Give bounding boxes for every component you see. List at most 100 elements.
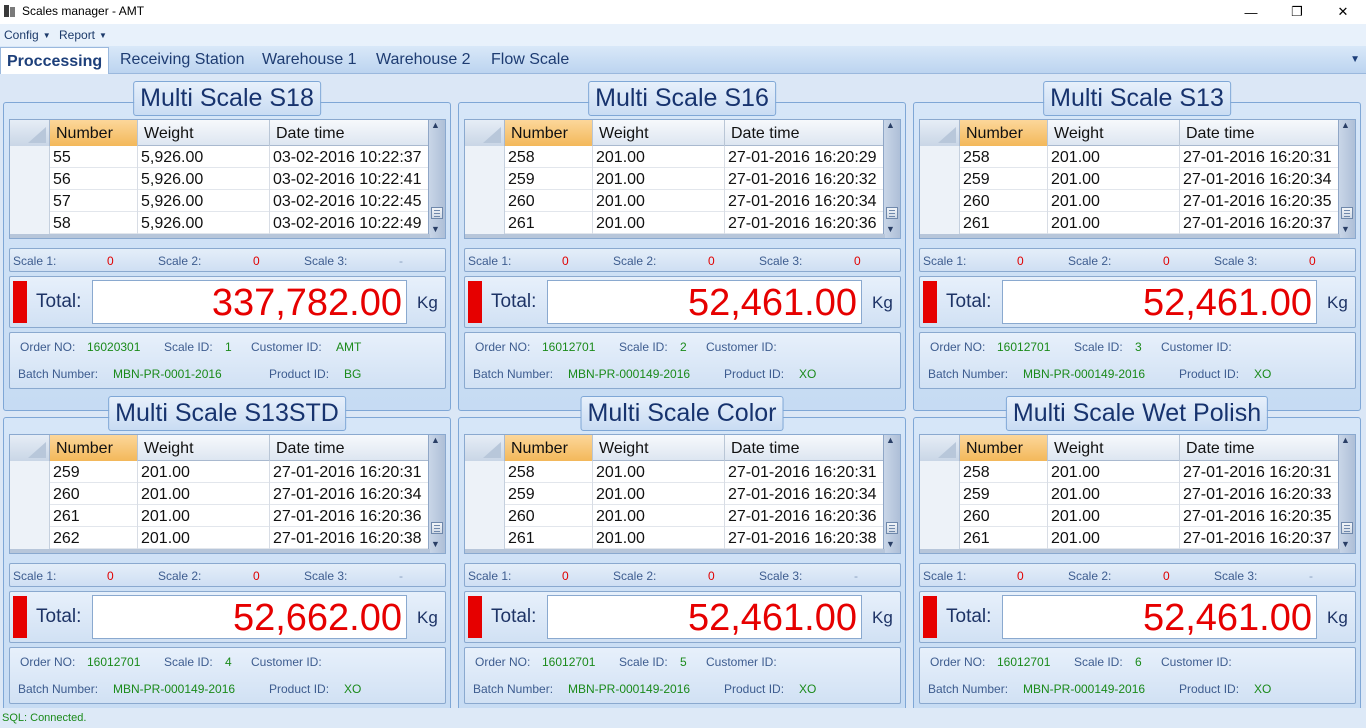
horizontal-scrollbar[interactable] [10, 234, 430, 238]
row-header[interactable] [10, 168, 50, 190]
select-all-corner[interactable] [920, 120, 960, 146]
table-row[interactable]: 259 201.00 27-01-2016 16:20:33 [920, 483, 1340, 505]
row-header[interactable] [465, 212, 505, 234]
table-row[interactable]: 259 201.00 27-01-2016 16:20:31 [10, 461, 430, 483]
row-header[interactable] [920, 190, 960, 212]
scroll-up-icon[interactable]: ▲ [1341, 435, 1350, 445]
row-header[interactable] [920, 505, 960, 527]
scroll-down-icon[interactable]: ▼ [1341, 539, 1350, 549]
horizontal-scrollbar[interactable] [465, 549, 885, 553]
menu-report[interactable]: Report ▼ [59, 28, 107, 42]
table-row[interactable]: 258 201.00 27-01-2016 16:20:31 [920, 146, 1340, 168]
scroll-thumb[interactable] [886, 207, 898, 219]
row-header[interactable] [465, 190, 505, 212]
column-header[interactable]: Date time [725, 120, 885, 146]
table-row[interactable]: 260 201.00 27-01-2016 16:20:36 [465, 505, 885, 527]
row-header[interactable] [920, 461, 960, 483]
scroll-thumb[interactable] [886, 522, 898, 534]
row-header[interactable] [465, 168, 505, 190]
table-row[interactable]: 57 5,926.00 03-02-2016 10:22:45 [10, 190, 430, 212]
column-header[interactable]: Weight [593, 435, 725, 461]
scroll-thumb[interactable] [431, 522, 443, 534]
row-header[interactable] [465, 461, 505, 483]
column-header[interactable]: Date time [725, 435, 885, 461]
column-header[interactable]: Date time [1180, 435, 1340, 461]
table-row[interactable]: 260 201.00 27-01-2016 16:20:34 [465, 190, 885, 212]
close-button[interactable]: ✕ [1320, 0, 1366, 24]
row-header[interactable] [920, 212, 960, 234]
vertical-scrollbar[interactable]: ▲ ▼ [428, 120, 445, 238]
scroll-up-icon[interactable]: ▲ [1341, 120, 1350, 130]
scroll-down-icon[interactable]: ▼ [1341, 224, 1350, 234]
vertical-scrollbar[interactable]: ▲ ▼ [883, 435, 900, 553]
scroll-thumb[interactable] [1341, 522, 1353, 534]
column-header[interactable]: Number [505, 435, 593, 461]
horizontal-scrollbar[interactable] [920, 549, 1340, 553]
tab-warehouse-1[interactable]: Warehouse 1 [262, 51, 357, 69]
restore-button[interactable]: ❐ [1274, 0, 1320, 24]
table-row[interactable]: 261 201.00 27-01-2016 16:20:36 [10, 505, 430, 527]
row-header[interactable] [920, 168, 960, 190]
scroll-up-icon[interactable]: ▲ [431, 435, 440, 445]
vertical-scrollbar[interactable]: ▲ ▼ [883, 120, 900, 238]
row-header[interactable] [10, 146, 50, 168]
minimize-button[interactable]: — [1228, 0, 1274, 24]
row-header[interactable] [465, 146, 505, 168]
column-header[interactable]: Date time [1180, 120, 1340, 146]
table-row[interactable]: 261 201.00 27-01-2016 16:20:38 [465, 527, 885, 549]
tab-receiving-station[interactable]: Receiving Station [120, 51, 245, 69]
table-row[interactable]: 258 201.00 27-01-2016 16:20:31 [920, 461, 1340, 483]
column-header[interactable]: Number [50, 435, 138, 461]
scroll-down-icon[interactable]: ▼ [431, 224, 440, 234]
vertical-scrollbar[interactable]: ▲ ▼ [1338, 435, 1355, 553]
row-header[interactable] [465, 505, 505, 527]
horizontal-scrollbar[interactable] [920, 234, 1340, 238]
select-all-corner[interactable] [465, 120, 505, 146]
column-header[interactable]: Weight [138, 120, 270, 146]
row-header[interactable] [465, 527, 505, 549]
column-header[interactable]: Weight [1048, 435, 1180, 461]
table-row[interactable]: 261 201.00 27-01-2016 16:20:37 [920, 212, 1340, 234]
tab-flow-scale[interactable]: Flow Scale [491, 51, 569, 69]
row-header[interactable] [920, 527, 960, 549]
table-row[interactable]: 58 5,926.00 03-02-2016 10:22:49 [10, 212, 430, 234]
scroll-down-icon[interactable]: ▼ [886, 224, 895, 234]
row-header[interactable] [10, 505, 50, 527]
table-row[interactable]: 259 201.00 27-01-2016 16:20:32 [465, 168, 885, 190]
row-header[interactable] [920, 483, 960, 505]
scroll-up-icon[interactable]: ▲ [431, 120, 440, 130]
column-header[interactable]: Number [50, 120, 138, 146]
vertical-scrollbar[interactable]: ▲ ▼ [428, 435, 445, 553]
tab-list-dropdown-icon[interactable]: ▼ [1350, 54, 1360, 65]
table-row[interactable]: 258 201.00 27-01-2016 16:20:29 [465, 146, 885, 168]
column-header[interactable]: Number [960, 120, 1048, 146]
row-header[interactable] [465, 483, 505, 505]
tab-warehouse-2[interactable]: Warehouse 2 [376, 51, 471, 69]
table-row[interactable]: 56 5,926.00 03-02-2016 10:22:41 [10, 168, 430, 190]
row-header[interactable] [10, 190, 50, 212]
scroll-thumb[interactable] [1341, 207, 1353, 219]
row-header[interactable] [10, 527, 50, 549]
column-header[interactable]: Weight [1048, 120, 1180, 146]
row-header[interactable] [10, 483, 50, 505]
table-row[interactable]: 258 201.00 27-01-2016 16:20:31 [465, 461, 885, 483]
column-header[interactable]: Weight [138, 435, 270, 461]
column-header[interactable]: Date time [270, 120, 430, 146]
scroll-thumb[interactable] [431, 207, 443, 219]
table-row[interactable]: 260 201.00 27-01-2016 16:20:35 [920, 190, 1340, 212]
vertical-scrollbar[interactable]: ▲ ▼ [1338, 120, 1355, 238]
horizontal-scrollbar[interactable] [465, 234, 885, 238]
row-header[interactable] [10, 212, 50, 234]
table-row[interactable]: 260 201.00 27-01-2016 16:20:35 [920, 505, 1340, 527]
table-row[interactable]: 55 5,926.00 03-02-2016 10:22:37 [10, 146, 430, 168]
column-header[interactable]: Number [505, 120, 593, 146]
scroll-down-icon[interactable]: ▼ [886, 539, 895, 549]
scroll-up-icon[interactable]: ▲ [886, 435, 895, 445]
table-row[interactable]: 261 201.00 27-01-2016 16:20:37 [920, 527, 1340, 549]
horizontal-scrollbar[interactable] [10, 549, 430, 553]
table-row[interactable]: 259 201.00 27-01-2016 16:20:34 [465, 483, 885, 505]
menu-config[interactable]: Config ▼ [4, 28, 51, 42]
column-header[interactable]: Number [960, 435, 1048, 461]
row-header[interactable] [920, 146, 960, 168]
tab-proccessing[interactable]: Proccessing [0, 47, 110, 75]
